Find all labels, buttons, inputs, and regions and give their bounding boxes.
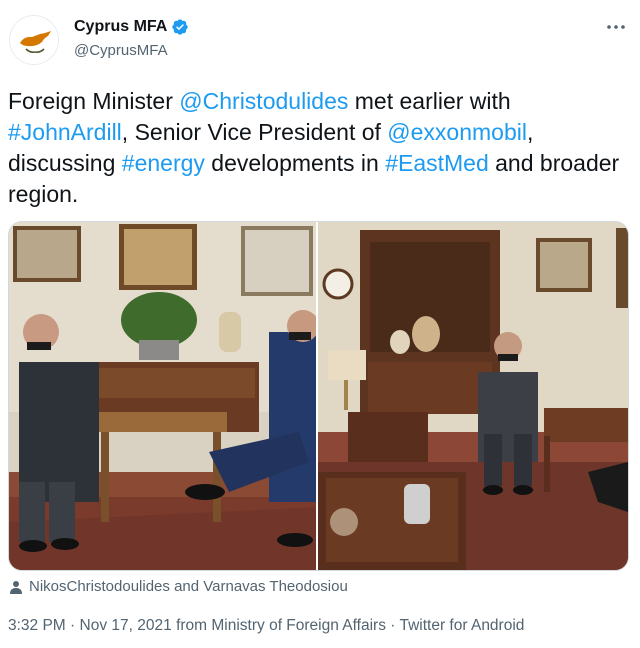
tweet-header: Cyprus MFA @CyprusMFA [0, 0, 640, 80]
more-dots-icon [607, 25, 625, 29]
meeting-photo-left [9, 222, 316, 570]
tweet-time[interactable]: 3:32 PM [8, 617, 66, 634]
mention-link[interactable]: @Christodulides [179, 88, 348, 114]
tweet-source[interactable]: Ministry of Foreign Affairs [211, 617, 386, 634]
tweet-text: Foreign Minister @Christodulides met ear… [8, 86, 628, 210]
photo-right[interactable] [318, 222, 628, 570]
meeting-photo-right [318, 222, 628, 570]
tagged-people-text[interactable]: NikosChristodoulides and Varnavas Theodo… [29, 578, 348, 595]
tweet-text-segment: developments in [204, 150, 386, 176]
meta-separator-2: · [390, 617, 396, 634]
tweet-text-segment: , Senior Vice President of [121, 119, 388, 145]
avatar[interactable] [9, 15, 59, 65]
tweet-date[interactable]: Nov 17, 2021 [80, 617, 172, 634]
more-options-button[interactable] [604, 16, 628, 38]
source-prefix: from [176, 617, 208, 634]
person-icon [10, 580, 22, 594]
photo-left[interactable] [9, 222, 318, 570]
tweet-media[interactable] [8, 221, 629, 571]
tagged-people[interactable]: NikosChristodoulides and Varnavas Theodo… [9, 578, 348, 595]
meta-separator: · [70, 617, 76, 634]
tweet-text-segment: Foreign Minister [8, 88, 180, 114]
cyprus-flag-avatar [10, 16, 58, 64]
hashtag-link[interactable]: #EastMed [385, 150, 489, 176]
hashtag-link[interactable]: #energy [122, 150, 205, 176]
verified-badge-icon [172, 19, 189, 35]
mention-link[interactable]: @exxonmobil [387, 119, 527, 145]
author-name-row[interactable]: Cyprus MFA [74, 18, 189, 36]
hashtag-link[interactable]: #JohnArdill [8, 119, 122, 145]
tweet-client[interactable]: Twitter for Android [399, 617, 524, 634]
author-handle[interactable]: @CyprusMFA [74, 42, 168, 59]
display-name[interactable]: Cyprus MFA [74, 18, 167, 36]
tweet-metadata: 3:32 PM · Nov 17, 2021 from Ministry of … [8, 617, 524, 635]
tweet-text-segment: met earlier with [348, 88, 511, 114]
